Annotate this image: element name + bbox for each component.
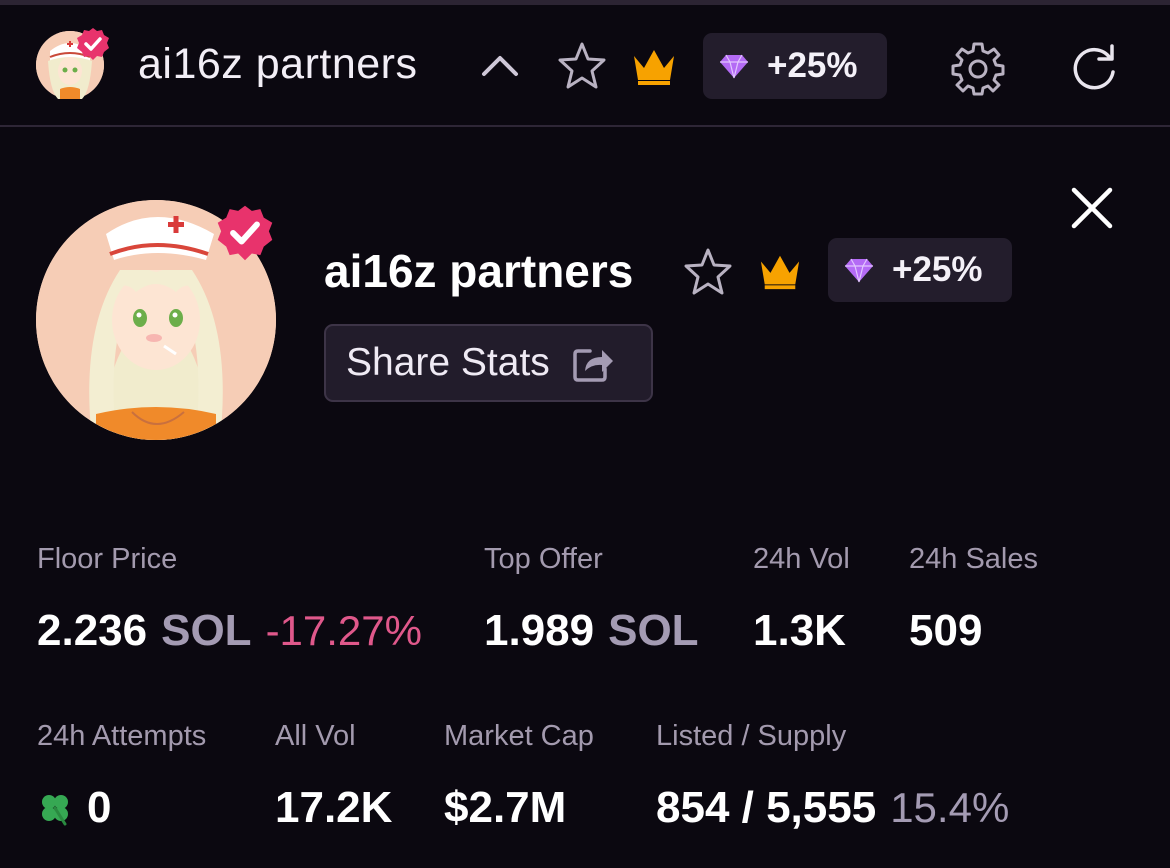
top-offer-value: 1.989 SOL — [484, 606, 699, 656]
verified-badge-icon — [216, 204, 274, 262]
diamond-icon — [845, 258, 873, 283]
share-icon — [573, 349, 613, 382]
gear-icon[interactable] — [948, 38, 1008, 98]
floor-price-change: -17.27% — [265, 607, 422, 654]
attempts-24h-value: 0 — [37, 783, 111, 833]
diamond-icon — [720, 54, 748, 79]
chevron-up-icon[interactable] — [478, 48, 522, 84]
vol-24h-value: 1.3K — [753, 606, 846, 655]
top-offer-amount: 1.989 — [484, 606, 595, 655]
header-collection-name[interactable]: ai16z partners — [138, 40, 418, 89]
top-offer-unit: SOL — [608, 606, 699, 655]
floor-price-value: 2.236 SOL -17.27% — [37, 606, 422, 656]
boost-badge[interactable]: +25% — [703, 33, 887, 99]
sales-24h-label: 24h Sales — [909, 543, 1038, 575]
crown-icon — [756, 250, 804, 292]
market-cap-value: $2.7M — [444, 783, 567, 832]
share-stats-button[interactable]: Share Stats — [324, 324, 653, 402]
all-vol-value: 17.2K — [275, 783, 393, 832]
sales-24h-value: 509 — [909, 606, 983, 655]
crown-icon — [630, 44, 678, 88]
favorite-star-icon[interactable] — [556, 40, 608, 92]
refresh-icon[interactable] — [1066, 40, 1122, 96]
listed-supply-percent: 15.4% — [890, 784, 1010, 831]
listed-supply-amount: 854 / 5,555 — [656, 783, 877, 832]
listed-supply-value: 854 / 5,555 15.4% — [656, 783, 1009, 833]
vol-24h-label: 24h Vol — [753, 543, 850, 575]
market-cap-label: Market Cap — [444, 720, 594, 752]
attempts-24h-label: 24h Attempts — [37, 720, 207, 752]
listed-supply-label: Listed / Supply — [656, 720, 847, 752]
top-offer-label: Top Offer — [484, 543, 603, 575]
boost-badge[interactable]: +25% — [828, 238, 1012, 302]
detail-collection-name: ai16z partners — [324, 245, 634, 297]
close-icon[interactable] — [1068, 184, 1116, 232]
clover-icon — [42, 795, 68, 826]
floor-price-label: Floor Price — [37, 543, 178, 575]
verified-badge-icon — [76, 27, 110, 61]
all-vol-label: All Vol — [275, 720, 356, 752]
floor-price-amount: 2.236 — [37, 606, 148, 655]
favorite-star-icon[interactable] — [682, 246, 734, 298]
attempts-24h-amount: 0 — [87, 783, 112, 832]
boost-label: +25% — [892, 250, 983, 289]
share-stats-label: Share Stats — [346, 341, 550, 384]
boost-label: +25% — [767, 46, 858, 85]
floor-price-unit: SOL — [161, 606, 252, 655]
